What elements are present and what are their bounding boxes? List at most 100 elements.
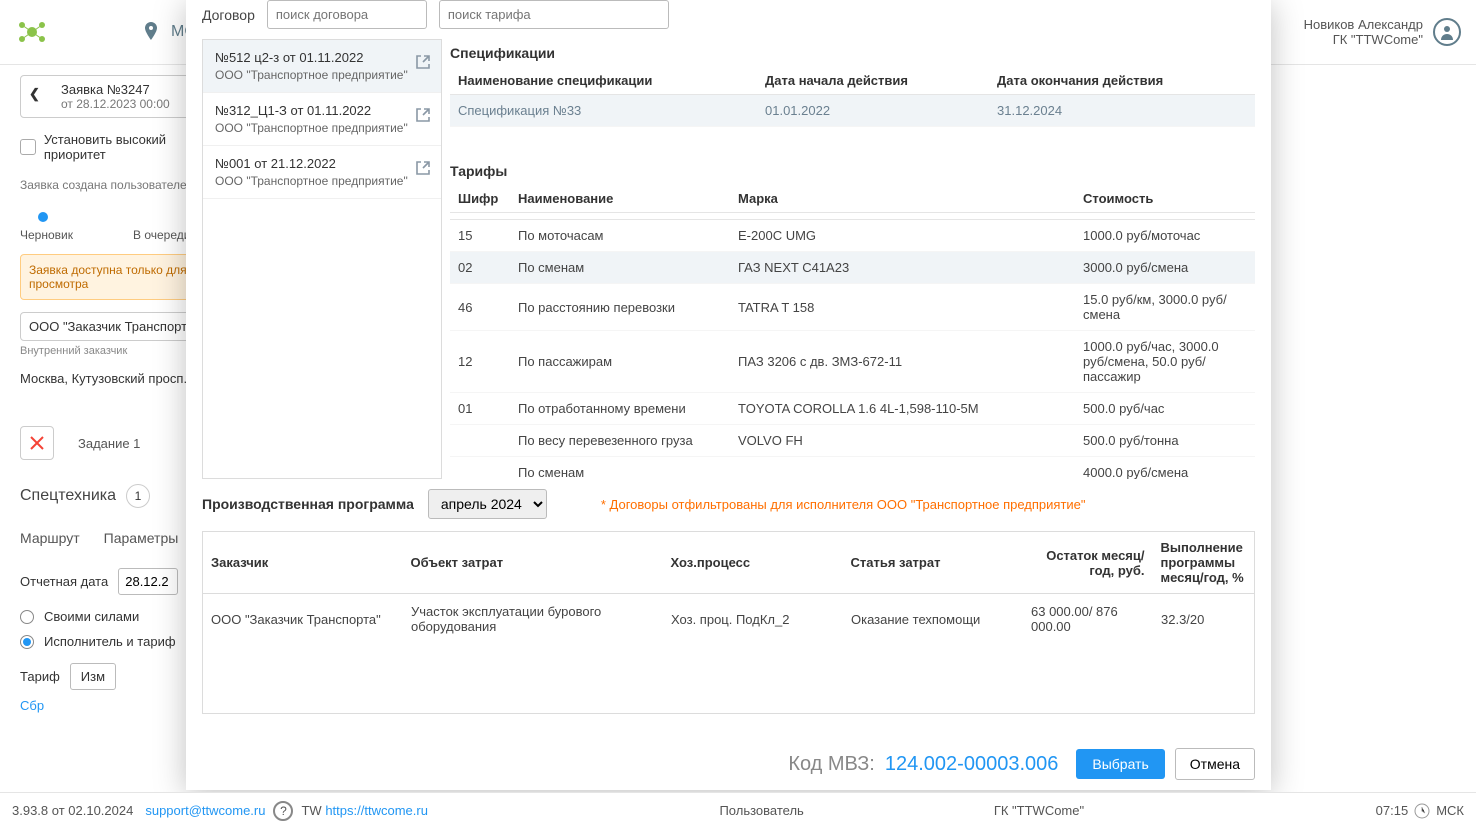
contract-number: №312_Ц1-З от 01.11.2022: [215, 103, 429, 118]
prog-col-perf: Выполнение программы месяц/год, %: [1153, 532, 1255, 594]
contract-item[interactable]: №512 ц2-з от 01.11.2022 ООО "Транспортно…: [203, 40, 441, 93]
tariff-brand: ПАЗ 3206 с дв. ЗМЗ-672-11: [730, 331, 1075, 393]
user-avatar[interactable]: [1433, 18, 1461, 46]
tariff-search-input[interactable]: [439, 0, 669, 29]
help-icon[interactable]: ?: [273, 801, 293, 821]
prog-cust: ООО "Заказчик Транспорта": [203, 594, 403, 644]
tariff-cost: 1000.0 руб/моточас: [1075, 220, 1255, 252]
external-link-icon[interactable]: [415, 160, 431, 176]
tab-params[interactable]: Параметры: [104, 524, 179, 552]
tariff-code: 15: [450, 220, 510, 252]
tariff-brand: TOYOTA COROLLA 1.6 4L-1,598-110-5M: [730, 393, 1075, 425]
tariff-code: 02: [450, 252, 510, 284]
spec-name: Спецификация №33: [450, 95, 757, 127]
spec-col-end: Дата окончания действия: [989, 67, 1255, 95]
external-link-icon[interactable]: [415, 107, 431, 123]
user-info: Новиков Александр ГК "TTWCome": [1304, 17, 1423, 47]
site-link[interactable]: https://ttwcome.ru: [325, 803, 428, 818]
external-link-icon[interactable]: [415, 54, 431, 70]
user-name: Новиков Александр: [1304, 17, 1423, 32]
prog-col-obj: Объект затрат: [403, 532, 663, 594]
cancel-button[interactable]: Отмена: [1175, 748, 1255, 780]
contract-label: Договор: [202, 7, 255, 23]
tariff-header-table: Шифр Наименование Марка Стоимость: [450, 185, 1255, 213]
spec-end: 31.12.2024: [989, 95, 1255, 127]
request-date: от 28.12.2023 00:00: [61, 97, 170, 111]
tariff-row[interactable]: 15По моточасамE-200C UMG1000.0 руб/моточ…: [450, 220, 1255, 252]
change-button[interactable]: Изм: [70, 663, 116, 690]
tariff-cost: 4000.0 руб/смена: [1075, 457, 1255, 480]
clock-icon: [1414, 803, 1430, 819]
tariff-row[interactable]: По сменам 4000.0 руб/смена: [450, 457, 1255, 480]
status-queue: В очереди: [133, 228, 190, 242]
select-button[interactable]: Выбрать: [1076, 749, 1164, 779]
spec-table: Наименование спецификации Дата начала де…: [450, 67, 1255, 127]
tariff-brand: [730, 457, 1075, 480]
support-email-link[interactable]: support@ttwcome.ru: [145, 803, 265, 818]
tw-label: TW: [301, 803, 321, 818]
prog-col-rest: Остаток месяц/год, руб.: [1023, 532, 1153, 594]
back-button[interactable]: ❮: [29, 86, 51, 108]
task-tab-1[interactable]: Задание 1: [64, 428, 154, 459]
tariff-scroll[interactable]: 15По моточасамE-200C UMG1000.0 руб/моточ…: [450, 219, 1255, 479]
contract-item[interactable]: №001 от 21.12.2022 ООО "Транспортное пре…: [203, 146, 441, 199]
tariff-row[interactable]: 02По сменамГАЗ NEXT C41A233000.0 руб/сме…: [450, 252, 1255, 284]
radio-own[interactable]: [20, 610, 34, 624]
tariff-row[interactable]: 46По расстоянию перевозкиTATRA T 15815.0…: [450, 284, 1255, 331]
prog-perf: 32.3/20: [1153, 594, 1254, 644]
tariff-brand: VOLVO FH: [730, 425, 1075, 457]
tariff-cost: 15.0 руб/км, 3000.0 руб/смена: [1075, 284, 1255, 331]
contract-modal: Договор №512 ц2-з от 01.11.2022 ООО "Тра…: [186, 0, 1271, 790]
tariff-name: По расстоянию перевозки: [510, 284, 730, 331]
spec-start: 01.01.2022: [757, 95, 989, 127]
user-org: ГК "TTWCome": [1304, 32, 1423, 47]
tariff-name: По весу перевезенного груза: [510, 425, 730, 457]
tariff-name: По сменам: [510, 457, 730, 480]
contract-org: ООО "Транспортное предприятие": [215, 174, 429, 188]
priority-checkbox[interactable]: [20, 139, 36, 155]
tar-col-cost: Стоимость: [1075, 185, 1255, 213]
spec-row[interactable]: Спецификация №33 01.01.2022 31.12.2024: [450, 95, 1255, 127]
tariff-row[interactable]: По весу перевезенного грузаVOLVO FH500.0…: [450, 425, 1255, 457]
prog-art: Оказание техпомощи: [843, 594, 1023, 644]
prog-proc: Хоз. проц. ПодКл_2: [663, 594, 843, 644]
radio-exec[interactable]: [20, 635, 34, 649]
tariff-code: 12: [450, 331, 510, 393]
location-pin-icon[interactable]: [139, 20, 163, 44]
spec-col-name: Наименование спецификации: [450, 67, 757, 95]
tar-col-name: Наименование: [510, 185, 730, 213]
footer-org: ГК "TTWCome": [994, 803, 1084, 818]
prog-col-art: Статья затрат: [843, 532, 1023, 594]
close-task-button[interactable]: [20, 426, 54, 460]
program-scroll[interactable]: ООО "Заказчик Транспорта" Участок эксплу…: [202, 594, 1255, 714]
tariff-name: По отработанному времени: [510, 393, 730, 425]
tariff-cost: 500.0 руб/тонна: [1075, 425, 1255, 457]
prog-obj: Участок эксплуатации бурового оборудован…: [403, 594, 663, 644]
tariff-row[interactable]: 01По отработанному времениTOYOTA COROLLA…: [450, 393, 1255, 425]
report-date-input[interactable]: [118, 568, 178, 595]
tab-route[interactable]: Маршрут: [20, 524, 80, 552]
contract-search-input[interactable]: [267, 0, 427, 29]
tariff-code: [450, 457, 510, 480]
tariff-row[interactable]: 12По пассажирамПАЗ 3206 с дв. ЗМЗ-672-11…: [450, 331, 1255, 393]
tar-col-code: Шифр: [450, 185, 510, 213]
footer: 3.93.8 от 02.10.2024 support@ttwcome.ru …: [0, 792, 1476, 828]
contract-number: №001 от 21.12.2022: [215, 156, 429, 171]
spec-col-start: Дата начала действия: [757, 67, 989, 95]
month-select[interactable]: апрель 2024: [428, 489, 547, 519]
tariff-code: 01: [450, 393, 510, 425]
contract-item[interactable]: №312_Ц1-З от 01.11.2022 ООО "Транспортно…: [203, 93, 441, 146]
program-row[interactable]: ООО "Заказчик Транспорта" Участок эксплу…: [203, 594, 1254, 644]
radio-exec-label: Исполнитель и тариф: [44, 634, 176, 649]
contract-number: №512 ц2-з от 01.11.2022: [215, 50, 429, 65]
version-text: 3.93.8 от 02.10.2024: [12, 803, 133, 818]
tariff-label: Тариф: [20, 669, 60, 684]
contracts-list: №512 ц2-з от 01.11.2022 ООО "Транспортно…: [202, 39, 442, 479]
tariff-name: По пассажирам: [510, 331, 730, 393]
user-label: Пользователь: [719, 803, 803, 818]
tariff-brand: E-200C UMG: [730, 220, 1075, 252]
tariff-brand: TATRA T 158: [730, 284, 1075, 331]
app-logo: [15, 15, 49, 49]
status-draft: Черновик: [20, 228, 73, 242]
spec-title: Спецтехника: [20, 487, 116, 505]
